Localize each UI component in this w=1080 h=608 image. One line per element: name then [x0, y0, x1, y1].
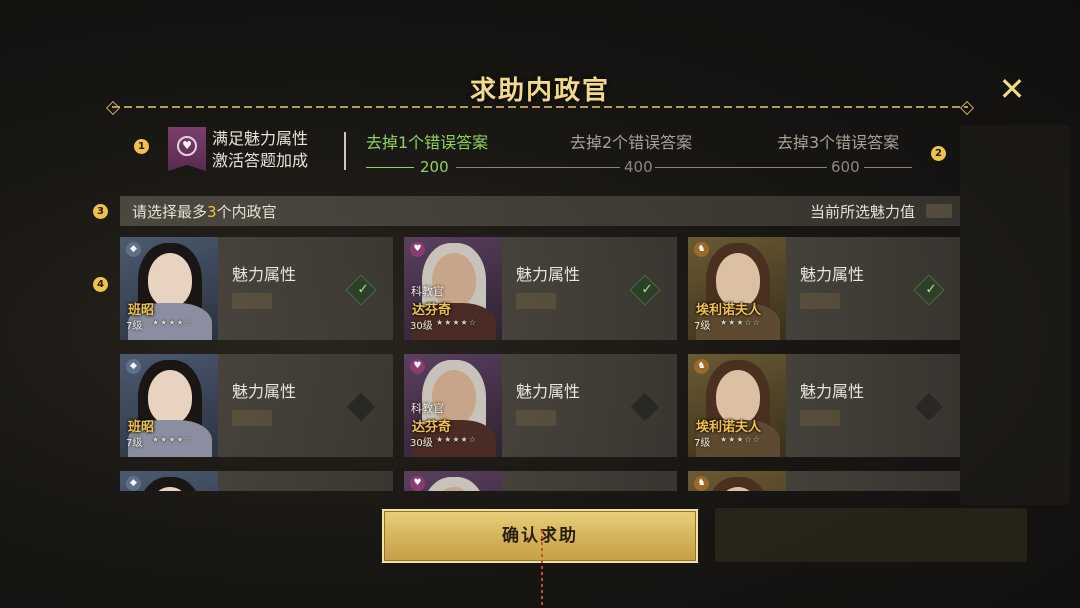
- tier-1-label: 去掉1个错误答案: [366, 133, 489, 152]
- officer-name: 达芬奇: [412, 303, 452, 318]
- close-icon[interactable]: ✕: [995, 72, 1029, 106]
- officer-card[interactable]: ♞ 埃利诺夫人 7级 ★★★☆☆ 魅力属性 ✓: [688, 237, 960, 340]
- lion-badge-icon: ♞: [694, 242, 709, 257]
- officer-attribute-label: 魅力属性: [516, 265, 581, 284]
- officer-select-checkbox[interactable]: [629, 391, 661, 423]
- tier-2-label: 去掉2个错误答案: [570, 133, 693, 152]
- tier-progress-segment: [655, 167, 827, 168]
- officer-portrait: ♥: [404, 471, 502, 491]
- marker-4: 4: [93, 277, 108, 292]
- officer-portrait: ♞ 埃利诺夫人 7级 ★★★☆☆: [688, 237, 786, 340]
- tier-progress-segment: [456, 167, 620, 168]
- officer-card[interactable]: ♞ 埃利诺夫人 7级 ★★★☆☆ 魅力属性: [688, 354, 960, 457]
- officer-attribute-value: [800, 410, 840, 426]
- lion-badge-icon: ♞: [694, 476, 709, 491]
- officer-attribute-label: 魅力属性: [800, 265, 865, 284]
- charm-heart-icon: ♥: [168, 127, 206, 171]
- officer-title: 科教官: [411, 285, 444, 298]
- officer-grid: ◆ 班昭 7级 ★★★★☆ 魅力属性 ✓ ♥ 科教官 达芬奇 30级 ★★★★☆…: [120, 237, 960, 491]
- officer-card[interactable]: ♥: [404, 471, 677, 491]
- officer-level: 30级: [410, 321, 433, 332]
- attribute-description: 满足魅力属性 激活答题加成: [212, 128, 308, 172]
- officer-stars: ★★★★☆: [436, 318, 477, 327]
- officer-level: 7级: [126, 321, 143, 332]
- instruction-bar: 请选择最多3个内政官 当前所选魅力值: [120, 196, 960, 226]
- marker-1: 1: [134, 139, 149, 154]
- officer-stars: ★★★☆☆: [720, 318, 761, 327]
- officer-attribute-value: [232, 410, 272, 426]
- tier-progress-segment: [366, 167, 414, 168]
- dialog-title: 求助内政官: [469, 76, 610, 106]
- officer-attribute-label: 魅力属性: [232, 382, 297, 401]
- officer-name: 班昭: [128, 303, 155, 318]
- tier-progress-segment: [864, 167, 912, 168]
- tier-2-value: 400: [624, 158, 653, 176]
- officer-portrait: ♞: [688, 471, 786, 491]
- charm-heart-icon: ♥: [410, 359, 425, 374]
- officer-card[interactable]: ♞: [688, 471, 960, 491]
- attribute-divider: [344, 132, 346, 170]
- officer-portrait: ◆ 班昭 7级 ★★★★☆: [120, 237, 218, 340]
- officer-card[interactable]: ◆ 班昭 7级 ★★★★☆ 魅力属性: [120, 354, 393, 457]
- attribute-line-1: 满足魅力属性: [212, 129, 309, 148]
- officer-select-checkbox[interactable]: ✓: [345, 274, 377, 306]
- officer-level: 30级: [410, 438, 433, 449]
- officer-level: 7级: [694, 438, 711, 449]
- officer-title: 科教官: [411, 402, 444, 415]
- officer-name: 埃利诺夫人: [696, 420, 762, 435]
- officer-select-checkbox[interactable]: ✓: [913, 274, 945, 306]
- officer-card[interactable]: ◆ 班昭 7级 ★★★★☆ 魅力属性 ✓: [120, 237, 393, 340]
- officer-select-checkbox[interactable]: ✓: [629, 274, 661, 306]
- officer-stars: ★★★☆☆: [720, 435, 761, 444]
- civil-badge-icon: ◆: [126, 359, 141, 374]
- officer-attribute-label: 魅力属性: [800, 382, 865, 401]
- officer-attribute-value: [516, 293, 556, 309]
- officer-card[interactable]: ◆: [120, 471, 393, 491]
- officer-name: 达芬奇: [412, 420, 452, 435]
- current-charm-value: [926, 204, 952, 218]
- title-divider: [112, 106, 968, 108]
- officer-attribute-value: [516, 410, 556, 426]
- officer-stars: ★★★★☆: [436, 435, 477, 444]
- officer-portrait: ◆: [120, 471, 218, 491]
- lion-badge-icon: ♞: [694, 359, 709, 374]
- tier-3-value: 600: [831, 158, 860, 176]
- attribute-line-2: 激活答题加成: [212, 151, 309, 170]
- officer-stars: ★★★★☆: [152, 318, 193, 327]
- officer-level: 7级: [126, 438, 143, 449]
- tier-3-label: 去掉3个错误答案: [777, 133, 900, 152]
- marker-3: 3: [93, 204, 108, 219]
- officer-card[interactable]: ♥ 科教官 达芬奇 30级 ★★★★☆ 魅力属性: [404, 354, 677, 457]
- officer-portrait: ♥ 科教官 达芬奇 30级 ★★★★☆: [404, 237, 502, 340]
- charm-heart-icon: ♥: [410, 242, 425, 257]
- civil-badge-icon: ◆: [126, 242, 141, 257]
- officer-name: 班昭: [128, 420, 155, 435]
- officer-select-checkbox[interactable]: [345, 391, 377, 423]
- officer-name: 埃利诺夫人: [696, 303, 762, 318]
- confirm-help-button[interactable]: 确认求助: [382, 509, 698, 563]
- civil-badge-icon: ◆: [126, 476, 141, 491]
- officer-portrait: ♥ 科教官 达芬奇 30级 ★★★★☆: [404, 354, 502, 457]
- officer-level: 7级: [694, 321, 711, 332]
- officer-attribute-label: 魅力属性: [232, 265, 297, 284]
- checkmark-icon: ✓: [925, 281, 937, 298]
- officer-portrait: ♞ 埃利诺夫人 7级 ★★★☆☆: [688, 354, 786, 457]
- charm-heart-icon: ♥: [410, 476, 425, 491]
- officer-attribute-value: [232, 293, 272, 309]
- current-charm-label: 当前所选魅力值: [809, 203, 915, 221]
- guide-pointer-line: [541, 530, 543, 608]
- checkmark-icon: ✓: [641, 281, 653, 298]
- officer-select-checkbox[interactable]: [913, 391, 945, 423]
- instruction-text: 请选择最多3个内政官: [132, 203, 277, 221]
- officer-attribute-value: [800, 293, 840, 309]
- marker-2: 2: [931, 146, 946, 161]
- officer-portrait: ◆ 班昭 7级 ★★★★☆: [120, 354, 218, 457]
- officer-attribute-label: 魅力属性: [516, 382, 581, 401]
- officer-card[interactable]: ♥ 科教官 达芬奇 30级 ★★★★☆ 魅力属性 ✓: [404, 237, 677, 340]
- tier-1-value: 200: [420, 158, 449, 176]
- officer-stars: ★★★★☆: [152, 435, 193, 444]
- checkmark-icon: ✓: [357, 281, 369, 298]
